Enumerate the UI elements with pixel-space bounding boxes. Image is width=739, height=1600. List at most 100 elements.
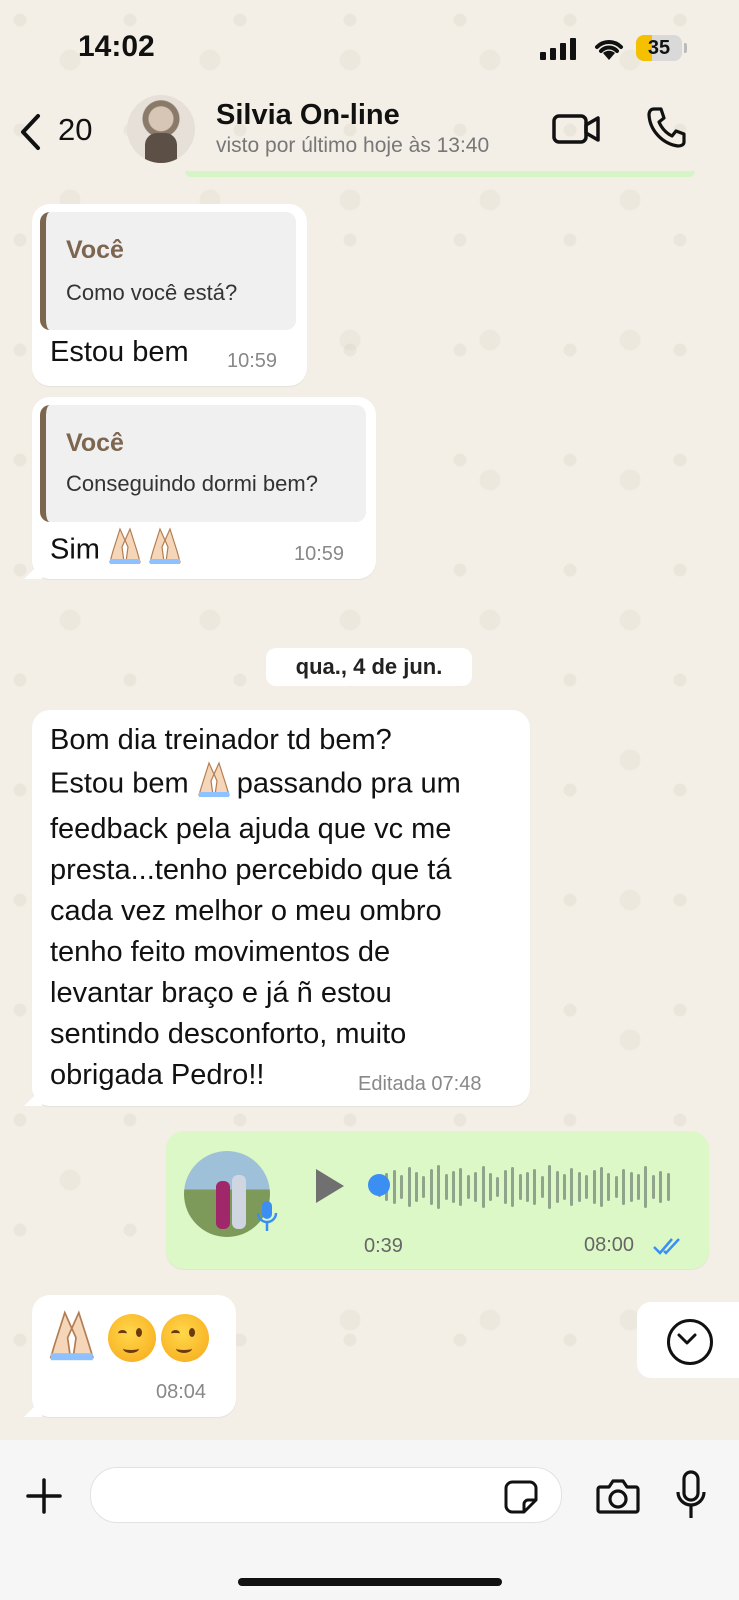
message-time: 08:00: [584, 1234, 635, 1256]
winking-face-emoji: [160, 1313, 209, 1362]
waveform-bar: [607, 1173, 611, 1201]
previous-bubble-edge: [185, 171, 695, 177]
waveform-bar: [659, 1171, 663, 1203]
winking-face-emoji: [108, 1313, 157, 1362]
waveform-bar: [444, 1174, 448, 1200]
contact-avatar[interactable]: [127, 95, 195, 163]
battery-level: 35: [647, 37, 671, 59]
waveform-bar: [496, 1177, 500, 1197]
quoted-message[interactable]: Você Como você está?: [40, 212, 296, 330]
waveform-bar: [540, 1176, 544, 1198]
waveform-bar: [563, 1174, 566, 1200]
play-icon[interactable]: [316, 1169, 344, 1203]
message-line: presta...tenho percebido que tá: [50, 854, 452, 886]
battery-icon: 35: [636, 35, 682, 61]
quote-text: Conseguindo dormi bem?: [66, 471, 318, 496]
status-bar: 14:02 35: [0, 0, 739, 90]
contact-last-seen: visto por último hoje às 13:40: [216, 134, 490, 157]
waveform-bar: [651, 1175, 655, 1199]
waveform-bar: [489, 1173, 492, 1201]
waveform-bar: [570, 1168, 574, 1206]
quote-author: Você: [66, 429, 124, 457]
message-time: 10:59: [294, 543, 345, 565]
message-line: Estou bem passando pra um: [50, 761, 520, 809]
message-line-part: Estou bem: [50, 767, 189, 800]
quote-text: Como você está?: [66, 280, 238, 305]
message-text: Estou bem: [50, 336, 189, 368]
wifi-icon: [595, 40, 623, 60]
camera-icon[interactable]: [596, 1478, 640, 1514]
waveform-bar: [437, 1165, 441, 1209]
message-text: Sim: [50, 525, 190, 577]
waveform-bar: [614, 1176, 618, 1198]
waveform-bar: [415, 1172, 418, 1202]
chevron-down-icon: [667, 1319, 713, 1365]
home-indicator[interactable]: [238, 1578, 502, 1586]
plus-icon[interactable]: [26, 1478, 62, 1514]
message-line: feedback pela ajuda que vc me: [50, 813, 452, 845]
waveform-bar: [577, 1172, 581, 1202]
waveform-bar: [392, 1170, 396, 1204]
message-bubble[interactable]: 08:04: [24, 1295, 236, 1417]
waveform-bar: [548, 1165, 552, 1209]
scroll-to-bottom-button[interactable]: [637, 1302, 739, 1378]
audio-waveform[interactable]: [378, 1157, 678, 1217]
message-line: Bom dia treinador td bem?: [50, 724, 392, 756]
waveform-bar: [592, 1170, 596, 1204]
emoji-row: [48, 1309, 209, 1366]
waveform-bar: [459, 1168, 463, 1206]
video-icon[interactable]: [552, 112, 600, 146]
waveform-bar: [533, 1169, 537, 1205]
waveform-bar: [600, 1167, 603, 1207]
message-bubble[interactable]: Você Conseguindo dormi bem? Sim 10:59: [24, 397, 376, 579]
praying-hands-emoji: [48, 1309, 104, 1366]
waveform-bar: [474, 1172, 478, 1202]
battery-cap: [684, 43, 687, 53]
waveform-bar: [644, 1166, 648, 1208]
signal-icon: [540, 38, 578, 60]
waveform-bar: [629, 1172, 633, 1202]
waveform-bar: [666, 1173, 670, 1201]
message-time: Editada 07:48: [358, 1073, 482, 1095]
microphone-icon: [256, 1201, 278, 1231]
back-icon[interactable]: [18, 112, 42, 152]
waveform-bar: [503, 1170, 507, 1204]
waveform-bar: [400, 1175, 404, 1199]
waveform-bar: [511, 1167, 515, 1207]
double-check-icon: [653, 1238, 680, 1255]
phone-icon[interactable]: [646, 106, 686, 148]
unread-count[interactable]: 20: [58, 112, 92, 148]
waveform-bar: [452, 1171, 455, 1203]
waveform-bar: [518, 1174, 522, 1200]
voice-duration: 0:39: [364, 1235, 403, 1257]
message-time: 10:59: [227, 350, 278, 372]
quoted-message[interactable]: Você Conseguindo dormi bem?: [40, 405, 366, 522]
date-separator: qua., 4 de jun.: [266, 648, 472, 686]
contact-name[interactable]: Silvia On-line: [216, 99, 400, 132]
waveform-bar: [466, 1175, 470, 1199]
clock: 14:02: [78, 30, 155, 63]
waveform-bar: [407, 1167, 411, 1207]
quote-author: Você: [66, 236, 124, 264]
waveform-bar: [526, 1172, 529, 1202]
waveform-bar: [422, 1176, 426, 1198]
waveform-bar: [622, 1169, 626, 1205]
message-line: cada vez melhor o meu ombro: [50, 895, 442, 927]
waveform-bar: [555, 1171, 559, 1203]
sticker-icon[interactable]: [504, 1480, 538, 1514]
message-line: levantar braço e já ñ estou: [50, 977, 392, 1009]
message-line-part: passando pra um: [236, 767, 461, 800]
message-text: Bom dia treinador td bem? Estou bem pass…: [50, 720, 520, 1096]
message-line: sentindo desconforto, muito: [50, 1018, 407, 1050]
voice-message-bubble[interactable]: 0:39 08:00: [166, 1131, 709, 1269]
chat-header: 20 Silvia On-line visto por último hoje …: [0, 90, 739, 175]
message-text-content: Sim: [50, 533, 100, 566]
playback-scrubber[interactable]: [368, 1174, 390, 1196]
waveform-bar: [481, 1166, 485, 1208]
praying-hands-emoji: [108, 525, 190, 577]
message-bubble[interactable]: Bom dia treinador td bem? Estou bem pass…: [24, 710, 530, 1106]
message-bubble[interactable]: Você Como você está? Estou bem 10:59: [32, 204, 307, 386]
microphone-icon[interactable]: [676, 1470, 706, 1520]
message-input[interactable]: [90, 1467, 562, 1523]
composer-bar: [0, 1440, 739, 1600]
